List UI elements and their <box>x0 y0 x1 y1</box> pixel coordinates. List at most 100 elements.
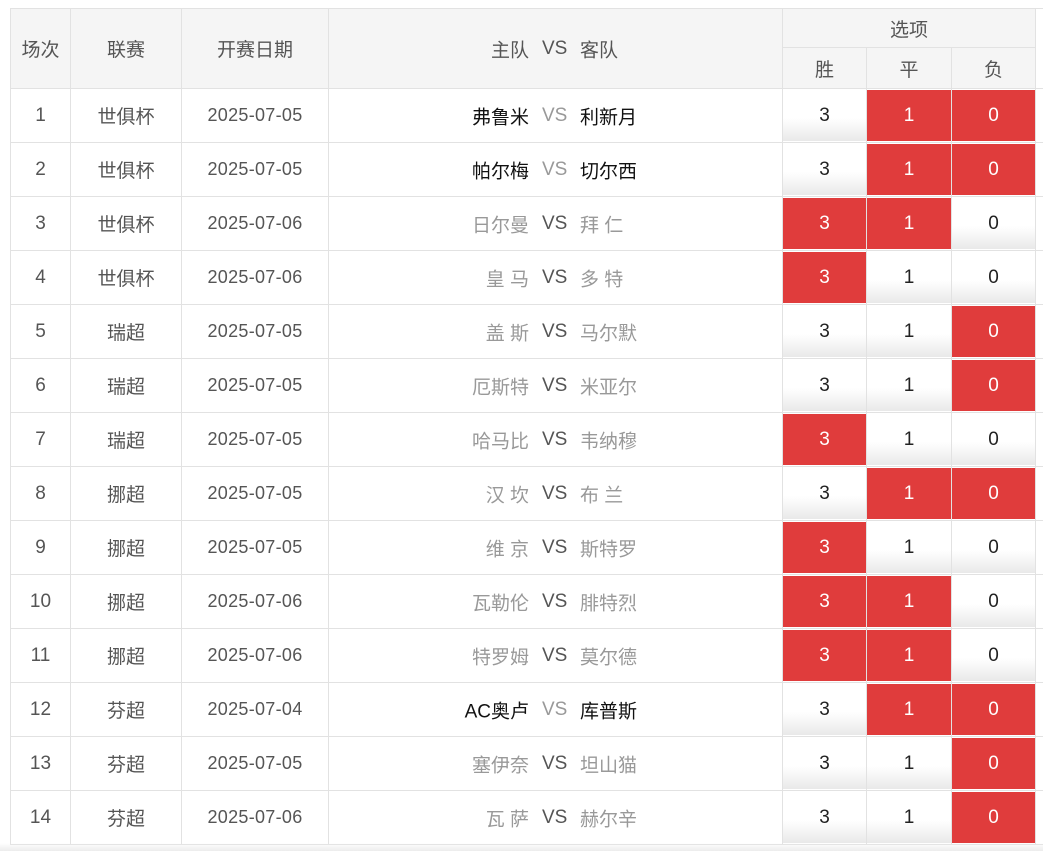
row-match: 皇 马 VS 多 特 <box>328 250 783 305</box>
option-lose[interactable]: 0 <box>952 792 1036 843</box>
vs-label: VS <box>542 590 568 612</box>
row-date: 2025-07-05 <box>181 466 329 521</box>
option-win[interactable]: 3 <box>783 144 866 195</box>
option-lose[interactable]: 0 <box>952 738 1036 789</box>
header-index: 场次 <box>10 8 71 89</box>
option-lose[interactable]: 0 <box>952 468 1036 519</box>
option-draw[interactable]: 1 <box>867 630 951 681</box>
table-row: 7 瑞超 2025-07-05 哈马比 VS 韦纳穆 3 1 0 <box>10 412 1043 467</box>
row-index: 9 <box>10 520 71 575</box>
row-index: 3 <box>10 196 71 251</box>
option-win-cell: 3 <box>782 520 867 575</box>
option-draw[interactable]: 1 <box>867 306 951 357</box>
option-draw[interactable]: 1 <box>867 576 951 627</box>
option-win[interactable]: 3 <box>783 198 866 249</box>
row-gutter <box>1035 466 1043 521</box>
lottery-table: 场次 联赛 开赛日期 主队 VS 客队 选项 胜 平 负 1 世俱杯 2025-… <box>10 8 1043 845</box>
row-league: 瑞超 <box>70 304 182 359</box>
option-draw-cell: 1 <box>866 682 952 737</box>
row-index: 1 <box>10 88 71 143</box>
option-win-cell: 3 <box>782 358 867 413</box>
vs-label: VS <box>542 536 568 558</box>
row-league: 世俱杯 <box>70 250 182 305</box>
option-draw[interactable]: 1 <box>867 198 951 249</box>
option-draw-cell: 1 <box>866 628 952 683</box>
row-match: 塞伊奈 VS 坦山猫 <box>328 736 783 791</box>
option-win[interactable]: 3 <box>783 630 866 681</box>
away-team: 米亚尔 <box>580 377 638 398</box>
option-lose[interactable]: 0 <box>952 576 1036 627</box>
row-league: 挪超 <box>70 574 182 629</box>
option-win[interactable]: 3 <box>783 522 866 573</box>
table-row: 8 挪超 2025-07-05 汉 坎 VS 布 兰 3 1 0 <box>10 466 1043 521</box>
row-date: 2025-07-06 <box>181 250 329 305</box>
away-team: 韦纳穆 <box>580 431 638 452</box>
option-draw[interactable]: 1 <box>867 684 951 735</box>
vs-label: VS <box>542 752 568 774</box>
option-lose[interactable]: 0 <box>952 252 1036 303</box>
option-draw-cell: 1 <box>866 736 952 791</box>
option-lose[interactable]: 0 <box>952 144 1036 195</box>
option-lose[interactable]: 0 <box>952 684 1036 735</box>
option-lose[interactable]: 0 <box>952 360 1036 411</box>
row-date: 2025-07-05 <box>181 736 329 791</box>
away-team: 赫尔辛 <box>580 809 638 830</box>
option-lose[interactable]: 0 <box>952 306 1036 357</box>
vs-label: VS <box>542 212 568 234</box>
option-lose[interactable]: 0 <box>952 522 1036 573</box>
home-team: 汉 坎 <box>485 485 529 506</box>
row-date: 2025-07-05 <box>181 358 329 413</box>
row-league: 世俱杯 <box>70 196 182 251</box>
option-win-cell: 3 <box>782 196 867 251</box>
option-lose[interactable]: 0 <box>952 198 1036 249</box>
row-index: 4 <box>10 250 71 305</box>
option-win[interactable]: 3 <box>783 792 866 843</box>
option-draw-cell: 1 <box>866 520 952 575</box>
option-lose[interactable]: 0 <box>952 414 1036 465</box>
option-win[interactable]: 3 <box>783 360 866 411</box>
option-draw[interactable]: 1 <box>867 522 951 573</box>
option-win[interactable]: 3 <box>783 468 866 519</box>
row-gutter <box>1035 358 1043 413</box>
option-draw[interactable]: 1 <box>867 360 951 411</box>
row-match: 维 京 VS 斯特罗 <box>328 520 783 575</box>
option-win[interactable]: 3 <box>783 576 866 627</box>
home-team: 弗鲁米 <box>471 107 529 128</box>
option-draw[interactable]: 1 <box>867 144 951 195</box>
option-lose[interactable]: 0 <box>952 630 1036 681</box>
option-win-cell: 3 <box>782 790 867 845</box>
option-draw-cell: 1 <box>866 142 952 197</box>
row-league: 世俱杯 <box>70 142 182 197</box>
option-win[interactable]: 3 <box>783 306 866 357</box>
option-draw[interactable]: 1 <box>867 468 951 519</box>
option-draw[interactable]: 1 <box>867 90 951 141</box>
option-draw[interactable]: 1 <box>867 414 951 465</box>
option-draw[interactable]: 1 <box>867 792 951 843</box>
option-win[interactable]: 3 <box>783 738 866 789</box>
home-team: 日尔曼 <box>471 215 529 236</box>
option-lose[interactable]: 0 <box>952 90 1036 141</box>
row-league: 挪超 <box>70 520 182 575</box>
header-opt-draw: 平 <box>866 47 952 89</box>
bottom-scroll-shadow <box>0 843 1043 851</box>
row-match: 日尔曼 VS 拜 仁 <box>328 196 783 251</box>
home-team: 帕尔梅 <box>471 161 529 182</box>
home-team: 维 京 <box>485 539 529 560</box>
option-win[interactable]: 3 <box>783 684 866 735</box>
header-opt-win: 胜 <box>782 47 867 89</box>
option-win[interactable]: 3 <box>783 252 866 303</box>
option-draw-cell: 1 <box>866 196 952 251</box>
option-win-cell: 3 <box>782 574 867 629</box>
away-team: 坦山猫 <box>580 755 638 776</box>
option-win[interactable]: 3 <box>783 414 866 465</box>
header-home: 主队 <box>490 40 529 61</box>
option-win[interactable]: 3 <box>783 90 866 141</box>
row-index: 12 <box>10 682 71 737</box>
row-gutter <box>1035 196 1043 251</box>
option-lose-cell: 0 <box>950 682 1037 737</box>
option-draw-cell: 1 <box>866 358 952 413</box>
row-index: 6 <box>10 358 71 413</box>
option-draw[interactable]: 1 <box>867 738 951 789</box>
option-draw[interactable]: 1 <box>867 252 951 303</box>
row-index: 11 <box>10 628 71 683</box>
